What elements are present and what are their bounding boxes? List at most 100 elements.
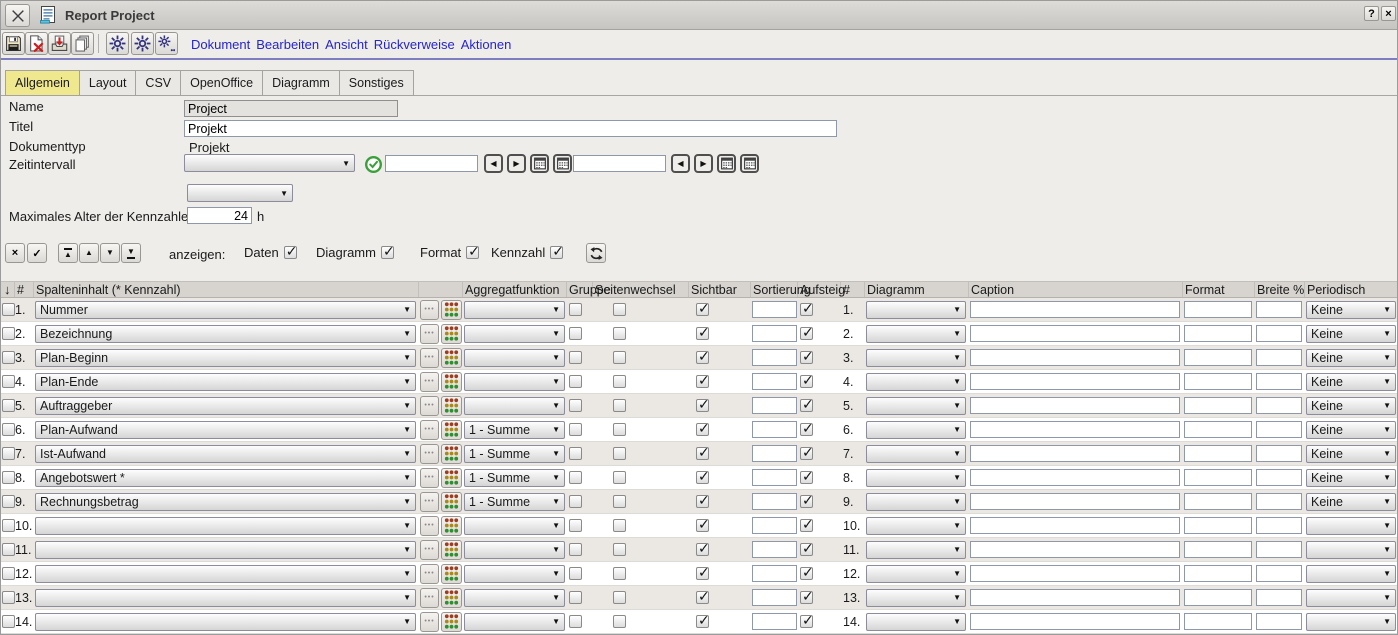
format-input[interactable] [1184,325,1252,342]
sichtbar-checkbox[interactable] [696,399,709,412]
aufsteig-checkbox[interactable] [800,447,813,460]
kennzahl-edit-button[interactable]: ••• [420,348,439,368]
aggregatfunktion-select[interactable]: 1 - Summe ▼ [464,493,565,511]
diagramm-select[interactable]: ▼ [866,325,966,343]
copy-button[interactable] [71,32,94,55]
aufsteig-checkbox[interactable] [800,375,813,388]
kennzahl-edit-button[interactable]: ••• [420,468,439,488]
seitenwechsel-checkbox[interactable] [613,351,626,364]
format-input[interactable] [1184,421,1252,438]
caption-input[interactable] [970,541,1180,558]
von-next-button[interactable]: ▶ [507,154,526,173]
sichtbar-checkbox[interactable] [696,519,709,532]
kennzahl-edit-button[interactable]: ••• [420,324,439,344]
row-select-checkbox[interactable] [2,615,15,628]
recalculate-all-button[interactable] [106,32,129,55]
spalteninhalt-select[interactable]: ▼ [35,517,416,535]
gruppe-checkbox[interactable] [569,375,582,388]
tab[interactable]: Diagramm [262,70,340,96]
zeitintervall-einheit-select[interactable]: ▼ [187,184,293,202]
diagramm-select[interactable]: ▼ [866,445,966,463]
sichtbar-checkbox[interactable] [696,303,709,316]
toggle-checkbox[interactable] [466,246,479,259]
sichtbar-checkbox[interactable] [696,615,709,628]
window-close-button[interactable]: × [1381,6,1396,21]
gruppe-checkbox[interactable] [569,567,582,580]
seitenwechsel-checkbox[interactable] [613,543,626,556]
spalteninhalt-select[interactable]: Rechnungsbetrag ▼ [35,493,416,511]
color-grid-button[interactable] [441,588,462,608]
row-select-checkbox[interactable] [2,543,15,556]
menu-item[interactable]: Dokument [191,37,250,52]
sortierung-input[interactable] [752,565,797,582]
gruppe-checkbox[interactable] [569,399,582,412]
row-select-checkbox[interactable] [2,327,15,340]
toggle-checkbox[interactable] [284,246,297,259]
caption-input[interactable] [970,517,1180,534]
diagramm-select[interactable]: ▼ [866,541,966,559]
seitenwechsel-checkbox[interactable] [613,591,626,604]
row-select-checkbox[interactable] [2,447,15,460]
save-button[interactable] [2,32,25,55]
help-button[interactable]: ? [1364,6,1379,21]
periodisch-select[interactable]: ▼ [1306,565,1396,583]
sortierung-input[interactable] [752,301,797,318]
sortierung-input[interactable] [752,445,797,462]
seitenwechsel-checkbox[interactable] [613,567,626,580]
name-input[interactable] [184,100,398,117]
aufsteig-checkbox[interactable] [800,591,813,604]
caption-input[interactable] [970,325,1180,342]
format-input[interactable] [1184,493,1252,510]
periodisch-select[interactable]: Keine ▼ [1306,397,1396,415]
format-input[interactable] [1184,589,1252,606]
spalteninhalt-select[interactable]: Nummer ▼ [35,301,416,319]
aufsteig-checkbox[interactable] [800,495,813,508]
aggregatfunktion-select[interactable]: ▼ [464,373,565,391]
row-select-checkbox[interactable] [2,423,15,436]
diagramm-select[interactable]: ▼ [866,349,966,367]
format-input[interactable] [1184,613,1252,630]
periodisch-select[interactable]: ▼ [1306,589,1396,607]
seitenwechsel-checkbox[interactable] [613,495,626,508]
format-input[interactable] [1184,301,1252,318]
aggregatfunktion-select[interactable]: 1 - Summe ▼ [464,421,565,439]
color-grid-button[interactable] [441,516,462,536]
diagramm-select[interactable]: ▼ [866,373,966,391]
gruppe-checkbox[interactable] [569,615,582,628]
color-grid-button[interactable] [441,468,462,488]
sichtbar-checkbox[interactable] [696,327,709,340]
gruppe-checkbox[interactable] [569,519,582,532]
caption-input[interactable] [970,397,1180,414]
breite-input[interactable] [1256,565,1302,582]
move-down-button[interactable]: ▼ [100,243,120,263]
sichtbar-checkbox[interactable] [696,471,709,484]
format-input[interactable] [1184,517,1252,534]
diagramm-select[interactable]: ▼ [866,301,966,319]
sortierung-input[interactable] [752,517,797,534]
periodisch-select[interactable]: Keine ▼ [1306,421,1396,439]
kennzahl-edit-button[interactable]: ••• [420,540,439,560]
spalteninhalt-select[interactable]: Plan-Ende ▼ [35,373,416,391]
seitenwechsel-checkbox[interactable] [613,471,626,484]
diagramm-select[interactable]: ▼ [866,421,966,439]
aufsteig-checkbox[interactable] [800,351,813,364]
recalculate-button[interactable] [131,32,154,55]
color-grid-button[interactable] [441,300,462,320]
move-bottom-button[interactable]: ▼ [121,243,141,263]
diagramm-select[interactable]: ▼ [866,613,966,631]
kennzahl-edit-button[interactable]: ••• [420,420,439,440]
format-input[interactable] [1184,445,1252,462]
gruppe-checkbox[interactable] [569,303,582,316]
seitenwechsel-checkbox[interactable] [613,447,626,460]
spalteninhalt-select[interactable]: Plan-Aufwand ▼ [35,421,416,439]
sortierung-input[interactable] [752,613,797,630]
diagramm-select[interactable]: ▼ [866,517,966,535]
aggregatfunktion-select[interactable]: ▼ [464,349,565,367]
sortierung-input[interactable] [752,541,797,558]
caption-input[interactable] [970,373,1180,390]
discard-button[interactable] [25,32,48,55]
color-grid-button[interactable] [441,612,462,632]
tab[interactable]: Layout [79,70,137,96]
periodisch-select[interactable]: ▼ [1306,541,1396,559]
row-select-checkbox[interactable] [2,399,15,412]
